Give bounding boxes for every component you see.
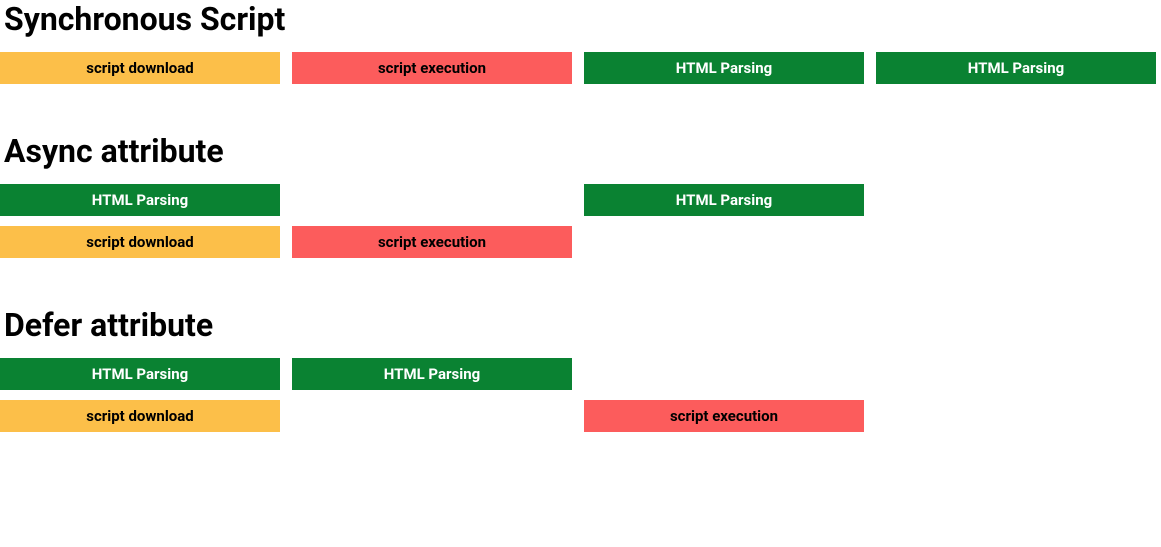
timeline-block-parsing: HTML Parsing	[584, 52, 864, 84]
timeline-row: HTML Parsing HTML Parsing	[0, 358, 1161, 390]
section-title: Async attribute	[4, 132, 1161, 170]
timeline-gap	[292, 400, 572, 432]
timeline-row: HTML Parsing HTML Parsing	[0, 184, 1161, 216]
timeline-block-parsing: HTML Parsing	[0, 358, 280, 390]
timeline-block-download: script download	[0, 52, 280, 84]
section-1: Async attribute HTML Parsing HTML Parsing s…	[0, 132, 1161, 258]
timeline-block-parsing: HTML Parsing	[0, 184, 280, 216]
timeline-block-execution: script execution	[292, 226, 572, 258]
timeline-block-execution: script execution	[584, 400, 864, 432]
timeline-block-execution: script execution	[292, 52, 572, 84]
section-0: Synchronous Scriptscript downloadscript …	[0, 0, 1161, 84]
timeline-row: script download script execution HTML Pars…	[0, 52, 1161, 84]
timeline-gap	[292, 184, 572, 216]
timeline-block-download: script download	[0, 226, 280, 258]
timeline-block-parsing: HTML Parsing	[292, 358, 572, 390]
section-title: Synchronous Script	[4, 0, 1161, 38]
timeline-row: script download script execution	[0, 226, 1161, 258]
section-title: Defer attribute	[4, 306, 1161, 344]
timeline-block-parsing: HTML Parsing	[876, 52, 1156, 84]
timeline-row: script download script execution	[0, 400, 1161, 432]
timeline-block-download: script download	[0, 400, 280, 432]
section-2: Defer attribute HTML Parsing HTML Parsing s…	[0, 306, 1161, 432]
timeline-block-parsing: HTML Parsing	[584, 184, 864, 216]
